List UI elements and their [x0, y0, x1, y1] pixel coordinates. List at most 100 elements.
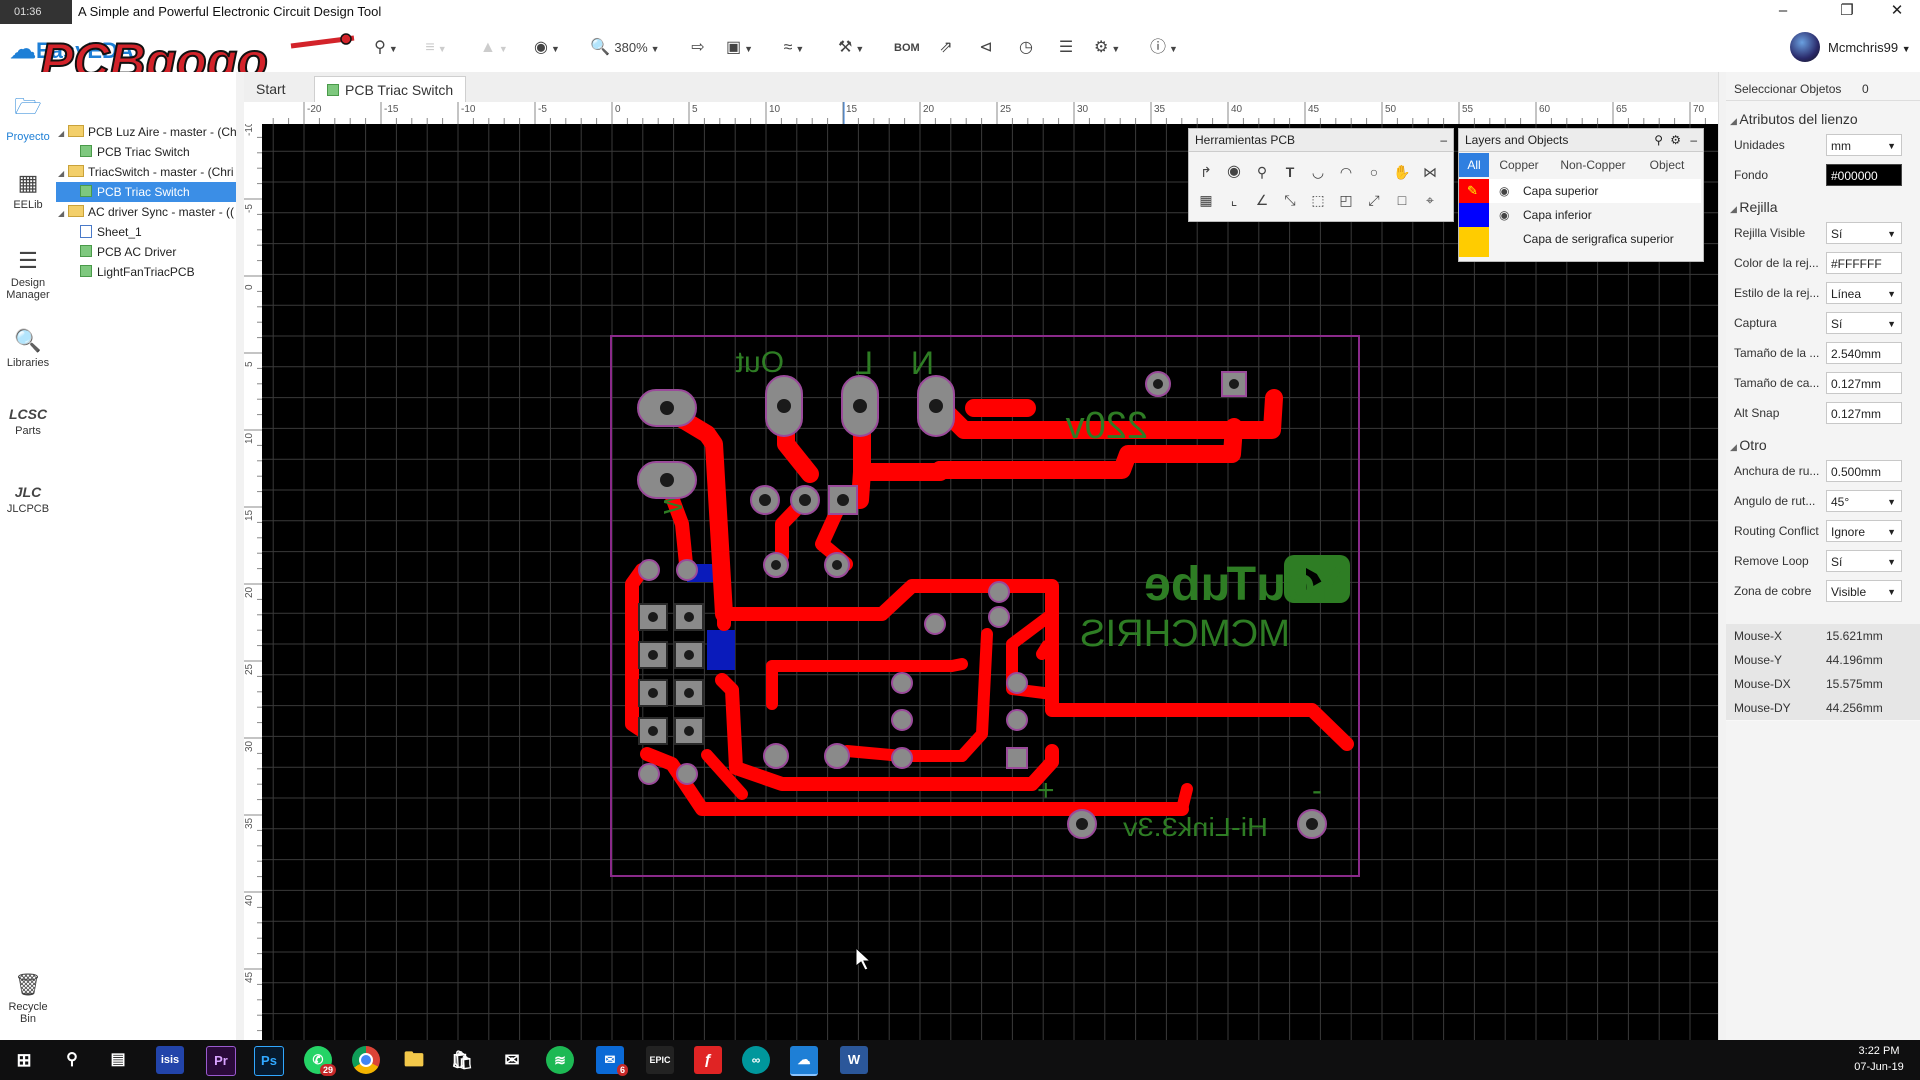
restore-icon[interactable]: ❐ [1824, 0, 1870, 24]
view-icon[interactable]: ◉ ▼ [534, 36, 560, 60]
layer-row-bottom[interactable]: ◉ Capa inferior [1459, 203, 1701, 227]
eye-icon[interactable]: ◉ [1499, 203, 1509, 227]
whatsapp-app-icon[interactable]: ✆ 29 [304, 1046, 336, 1076]
distribute-icon[interactable]: ▲ ▼ [480, 36, 508, 60]
word-app-icon[interactable]: W [840, 1046, 868, 1074]
foxit-app-icon[interactable]: ƒ [694, 1046, 722, 1074]
copper-area-tool-icon[interactable]: ◰ [1335, 189, 1357, 211]
help-icon[interactable]: ⓘ ▼ [1150, 36, 1178, 60]
tree-item[interactable]: ◢ TriacSwitch - master - (Chri [58, 162, 234, 182]
layers-tab-object[interactable]: Object [1639, 153, 1695, 177]
copper-zone-select[interactable]: Visible ▼ [1826, 580, 1902, 602]
spotify-app-icon[interactable]: ≋ [546, 1046, 574, 1074]
pad-round[interactable] [891, 672, 913, 694]
store-icon[interactable]: 🛍 [448, 1046, 476, 1074]
rail-libraries[interactable]: 🔍 Libraries [0, 328, 56, 369]
layer-color-swatch[interactable]: ✎ [1459, 179, 1489, 203]
camera-icon[interactable]: ▣ ▼ [726, 36, 753, 60]
layers-tab-all[interactable]: All [1459, 153, 1489, 177]
share-icon[interactable]: ⊲ [974, 36, 998, 60]
solid-region-tool-icon[interactable]: ⌞ [1223, 189, 1245, 211]
user-menu[interactable]: Mcmchris99 ▼ [1828, 40, 1911, 55]
rect-tool-icon[interactable]: □ [1391, 189, 1413, 211]
pad-round[interactable] [988, 581, 1010, 603]
minimize-icon[interactable]: – [1690, 129, 1697, 151]
premiere-app-icon[interactable]: Pr [206, 1046, 236, 1076]
track-tool-icon[interactable]: ↱ [1195, 161, 1217, 183]
section-other[interactable]: ◢ Otro [1730, 434, 1916, 456]
tab-pcb-triac-switch[interactable]: PCB Triac Switch [314, 76, 467, 103]
arc-tool-icon[interactable]: ◡ [1307, 161, 1329, 183]
close-icon[interactable]: ✕ [1874, 0, 1920, 24]
tree-item[interactable]: Sheet_1 [80, 222, 142, 242]
pan-tool-icon[interactable]: ✋ [1391, 161, 1413, 183]
layers-tab-copper[interactable]: Copper [1491, 153, 1547, 177]
arduino-app-icon[interactable]: ∞ [742, 1046, 770, 1074]
route-icon[interactable]: ≈ ▼ [782, 36, 806, 60]
settings-icon[interactable]: ⚙ ▼ [1094, 36, 1120, 60]
grid-size-input[interactable]: 2.540mm [1826, 342, 1902, 364]
tree-item[interactable]: PCB AC Driver [80, 242, 176, 262]
circle-tool-icon[interactable]: ○ [1363, 161, 1385, 183]
tab-start[interactable]: Start [244, 76, 298, 102]
connect-tool-icon[interactable]: ⋈ [1419, 161, 1441, 183]
rail-parts[interactable]: LCSC Parts [0, 406, 56, 437]
minimize-icon[interactable]: – [1440, 129, 1447, 151]
layer-color-swatch[interactable] [1459, 227, 1489, 257]
zoom-control[interactable]: 🔍 380% ▼ [590, 36, 670, 60]
gear-icon[interactable]: ⚙ [1670, 129, 1681, 151]
pad-round[interactable] [891, 709, 913, 731]
route-angle-select[interactable]: 45° ▼ [1826, 490, 1902, 512]
snap-size-input[interactable]: 0.127mm [1826, 372, 1902, 394]
pad-round[interactable] [824, 743, 850, 769]
file-explorer-icon[interactable]: 🖿 [400, 1046, 428, 1074]
pad-round[interactable] [1006, 709, 1028, 731]
alt-snap-input[interactable]: 0.127mm [1826, 402, 1902, 424]
align-icon[interactable]: ≡ ▼ [424, 36, 448, 60]
canvas-origin-tool-icon[interactable]: ⌖ [1419, 189, 1441, 211]
tree-item[interactable]: ◢ AC driver Sync - master - (( [58, 202, 234, 222]
epic-games-icon[interactable]: EPIC [646, 1046, 674, 1074]
place-icon[interactable]: ⚲ ▼ [374, 36, 398, 60]
via-tool-icon[interactable]: ⚲ [1251, 161, 1273, 183]
route-width-input[interactable]: 0.500mm [1826, 460, 1902, 482]
pad-round[interactable] [891, 747, 913, 769]
pad-square[interactable] [1006, 747, 1028, 769]
tools-icon[interactable]: ⚒ ▼ [838, 36, 864, 60]
pad-tool-icon[interactable]: ◉ [1223, 161, 1245, 183]
bg-color-input[interactable]: #000000 [1826, 164, 1902, 186]
minimize-icon[interactable]: – [1760, 0, 1806, 24]
rail-eelib[interactable]: ▦ EELib [0, 170, 56, 211]
section-canvas-attrs[interactable]: ◢ Atributos del lienzo [1730, 108, 1916, 130]
rail-proyecto[interactable]: 🗁 Proyecto [0, 90, 56, 143]
dimension-tool-icon[interactable]: ⤡ [1279, 189, 1301, 211]
routing-conflict-select[interactable]: Ignore ▼ [1826, 520, 1902, 542]
mail-icon[interactable]: ✉ [498, 1046, 526, 1074]
layers-tab-non-copper[interactable]: Non-Copper [1549, 153, 1637, 177]
easyeda-app-icon[interactable]: ☁ [790, 1046, 818, 1076]
pad-round[interactable] [763, 743, 789, 769]
outlook-app-icon[interactable]: ✉ 6 [596, 1046, 628, 1076]
isis-app-icon[interactable]: isis [156, 1046, 184, 1074]
pin-icon[interactable]: ⚲ [1654, 129, 1663, 151]
angle-tool-icon[interactable]: ∠ [1251, 189, 1273, 211]
rail-jlcpcb[interactable]: JLC JLCPCB [0, 484, 56, 515]
pad-round[interactable] [638, 763, 660, 785]
history-icon[interactable]: ◷ [1014, 36, 1038, 60]
pad-round[interactable] [676, 763, 698, 785]
eye-icon[interactable]: ◉ [1499, 179, 1509, 203]
chrome-app-icon[interactable] [352, 1046, 380, 1074]
rect-select-tool-icon[interactable]: ⬚ [1307, 189, 1329, 211]
search-icon[interactable]: ⚲ [58, 1046, 86, 1074]
tree-item[interactable]: LightFanTriacPCB [80, 262, 195, 282]
measure-tool-icon[interactable]: ⤢ [1363, 189, 1385, 211]
grid-visible-select[interactable]: Sí ▼ [1826, 222, 1902, 244]
units-select[interactable]: mm ▼ [1826, 134, 1902, 156]
system-clock[interactable]: 3:22 PM 07-Jun-19 [1844, 1043, 1914, 1075]
windows-start-icon[interactable]: ⊞ [10, 1046, 38, 1074]
tree-item[interactable]: PCB Triac Switch [80, 142, 190, 162]
avatar[interactable] [1790, 32, 1820, 62]
tree-item-selected[interactable]: PCB Triac Switch [56, 182, 236, 202]
remove-loop-select[interactable]: Sí ▼ [1826, 550, 1902, 572]
rail-recycle-bin[interactable]: 🗑 Recycle Bin [0, 972, 56, 1025]
